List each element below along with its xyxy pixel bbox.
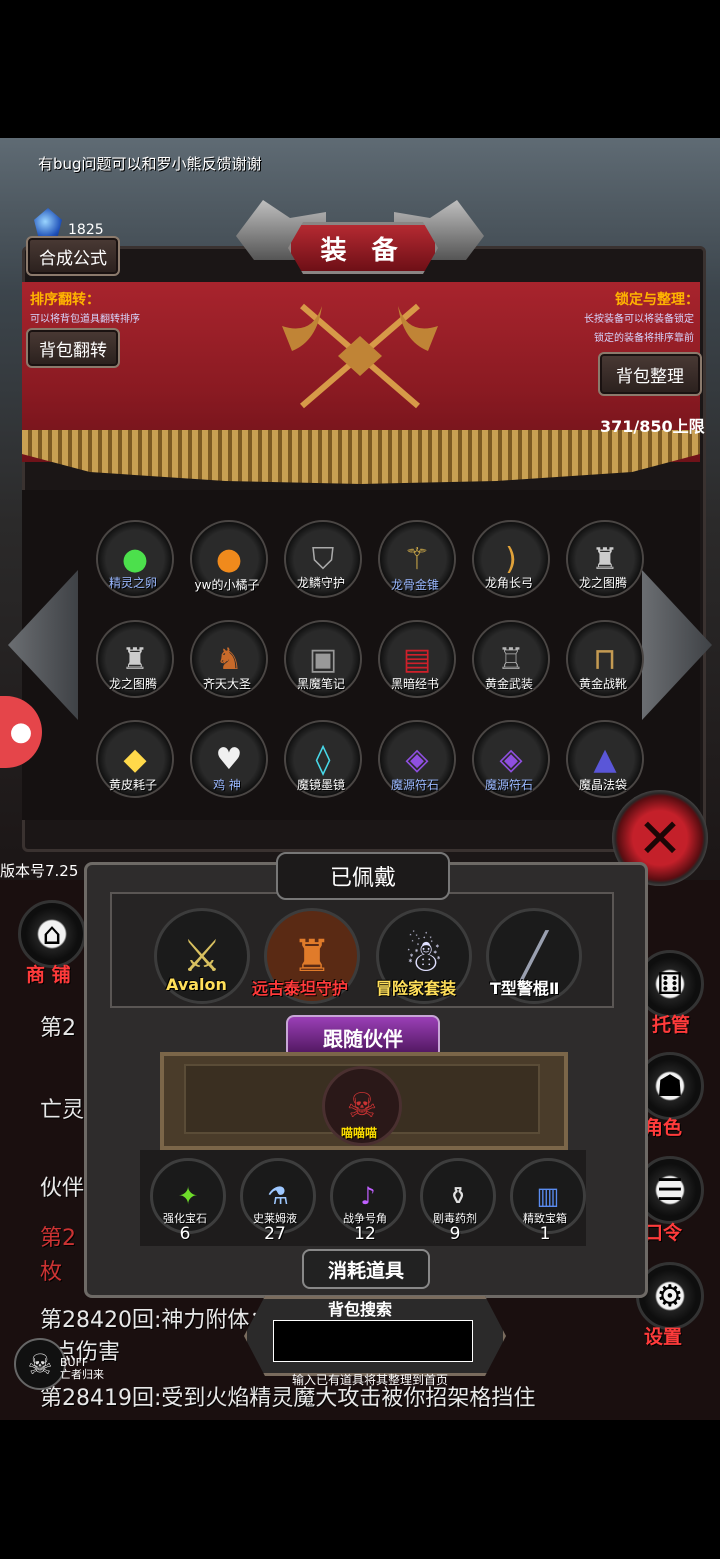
consumables-header: 消耗道具 xyxy=(302,1249,430,1289)
shield-icon: ⛉ xyxy=(311,541,335,577)
search-hint: 输入已有道具将其整理到首页 xyxy=(291,1373,448,1387)
auto-label: 托管 xyxy=(652,1014,691,1036)
shop-label: 商 铺 xyxy=(26,964,71,986)
sort-flip-label: 排序翻转： xyxy=(30,292,100,308)
item-label: 鸡 神 xyxy=(213,778,241,792)
poison-flask-icon: ⚱ xyxy=(447,1182,469,1210)
item-label: 魔镜墨镜 xyxy=(296,778,345,792)
worn-header: 已佩戴 xyxy=(276,852,450,900)
worn-item-label: 远古泰坦守护 xyxy=(252,979,349,998)
consumable-count: 27 xyxy=(264,1224,286,1244)
page-title: 装 备 xyxy=(288,222,438,274)
cat-warrior-icon: ☠ xyxy=(346,1086,378,1126)
log-line: 第2 xyxy=(40,1226,76,1251)
item-label: 龙骨金锥 xyxy=(390,578,439,592)
log-line: 第2 xyxy=(40,1016,76,1041)
consumable-count: 1 xyxy=(539,1224,551,1244)
gem-icon: ✦ xyxy=(177,1182,199,1210)
mirror-icon: ◊ xyxy=(315,741,331,777)
lock-sort-note: 长按装备可以将装备锁定 xyxy=(584,314,694,325)
worn-item-label: 冒险家套装 xyxy=(376,979,457,998)
book-icon: ▣ xyxy=(308,641,338,677)
item-label: 黄皮耗子 xyxy=(108,778,157,792)
item-label: 黄金武装 xyxy=(484,677,533,691)
recipe-button[interactable]: 合成公式 xyxy=(26,236,120,276)
item-label: 龙角长弓 xyxy=(484,576,533,590)
horn-icon: ♪ xyxy=(360,1182,376,1210)
orange-icon: ● xyxy=(215,541,243,577)
titan-armor-icon: ♜ xyxy=(292,930,332,982)
person-icon: ● xyxy=(9,717,33,747)
sort-bag-button[interactable]: 背包整理 xyxy=(598,352,702,396)
worn-item-label: Avalon xyxy=(166,975,227,994)
mace-icon: ⚚ xyxy=(403,541,431,577)
boots-icon: ⊓ xyxy=(593,641,617,677)
chicken-icon: ♥ xyxy=(215,741,243,777)
item-label: 黑魔笔记 xyxy=(296,677,345,691)
armor-icon: ♖ xyxy=(497,641,525,677)
item-label: 龙之图腾 xyxy=(578,576,627,590)
settings-label: 设置 xyxy=(644,1326,683,1348)
companion-name: 喵喵喵 xyxy=(340,1126,377,1140)
close-icon: ✕ xyxy=(637,806,683,870)
item-label: 魔源符石 xyxy=(484,778,533,792)
bag-capacity: 371/850上限 xyxy=(600,417,705,436)
search-input[interactable] xyxy=(273,1320,473,1362)
item-label: 黄金战靴 xyxy=(578,677,627,691)
sword-icon: ⚔ xyxy=(182,930,222,982)
item-label: 龙鳞守护 xyxy=(296,576,345,590)
item-label: 魔源符石 xyxy=(390,778,439,792)
character-label: 角色 xyxy=(644,1117,683,1139)
bow-icon: ) xyxy=(505,541,517,577)
potion-icon: ⚗ xyxy=(267,1182,289,1210)
password-label: 口令 xyxy=(644,1222,683,1244)
wizard-icon: ▲ xyxy=(593,741,617,777)
monkey-icon: ♞ xyxy=(215,641,243,677)
item-label: 齐天大圣 xyxy=(202,677,251,691)
worn-item-label: T型警棍Ⅱ xyxy=(490,979,560,998)
item-label: 黑暗经书 xyxy=(390,677,439,691)
buff-name: 亡者归来 xyxy=(60,1368,104,1381)
crossed-swords-emblem xyxy=(282,303,438,409)
item-label: yw的小橘子 xyxy=(194,578,260,592)
version-label: 版本号7.25 xyxy=(0,862,79,880)
baton-icon: ╱ xyxy=(520,930,548,982)
rune-icon: ◈ xyxy=(499,741,523,777)
consumable-count: 12 xyxy=(354,1224,376,1244)
log-line: 伙伴 xyxy=(40,1176,85,1201)
shop-icon[interactable]: ⌂ xyxy=(18,900,86,968)
chest-icon: ▥ xyxy=(536,1182,560,1210)
egg-icon: ● xyxy=(121,541,149,577)
rune-icon: ◈ xyxy=(405,741,429,777)
lock-sort-label: 锁定与整理： xyxy=(615,292,699,308)
item-label: 魔晶法袋 xyxy=(578,778,627,792)
consumable-count: 6 xyxy=(179,1224,191,1244)
adventurer-icon: ☃ xyxy=(404,930,444,982)
log-line: 亡灵 xyxy=(40,1098,85,1123)
item-label: 龙之图腾 xyxy=(108,677,157,691)
developer-note: 有bug问题可以和罗小熊反馈谢谢 xyxy=(38,155,262,173)
totem-icon: ♜ xyxy=(121,641,149,677)
redbook-icon: ▤ xyxy=(402,641,432,677)
sort-flip-note: 可以将背包道具翻转排序 xyxy=(30,314,140,325)
mouse-icon: ◆ xyxy=(123,741,147,777)
search-title: 背包搜索 xyxy=(327,1300,392,1319)
skull-icon[interactable]: ☠ xyxy=(14,1338,66,1390)
flip-bag-button[interactable]: 背包翻转 xyxy=(26,328,120,368)
totem-icon: ♜ xyxy=(591,541,619,577)
lock-sort-note: 锁定的装备将排序靠前 xyxy=(594,333,694,344)
buff-label: BUFF 亡者归来 xyxy=(60,1357,104,1381)
item-label: 精灵之卵 xyxy=(108,576,157,590)
consumable-count: 9 xyxy=(449,1224,461,1244)
log-line: 枚 xyxy=(40,1260,63,1285)
